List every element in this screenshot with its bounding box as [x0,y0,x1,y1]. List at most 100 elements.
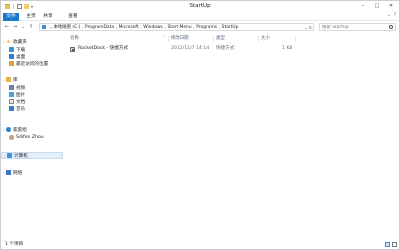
breadcrumb-start-menu[interactable]: Start Menu [167,25,191,30]
search-box[interactable] [319,23,396,31]
shortcut-file-icon [70,46,75,52]
nav-item-label: Sdifen Zhou [16,135,44,140]
file-size: 1 KB [282,46,293,51]
help-icon[interactable]: ? [394,13,396,18]
nav-computer[interactable]: › 计算机 [1,152,63,159]
tab-view[interactable]: 查看 [66,13,80,21]
music-icon [9,106,14,111]
breadcrumb-separator[interactable]: › [193,25,195,30]
large-icons-view-icon[interactable] [392,242,397,247]
libraries-icon [6,77,11,82]
nav-item-label: 文档 [16,99,26,105]
nav-item-label: 库 [13,77,18,83]
column-header-date[interactable]: 修改日期 [171,36,189,42]
breadcrumb-programs[interactable]: Programs [196,25,217,30]
nav-music[interactable]: 音乐 [1,105,63,112]
maximize-button[interactable]: □ [373,2,381,9]
nav-documents[interactable]: 文档 [1,98,63,105]
nav-network[interactable]: › 网络 [1,169,63,176]
breadcrumb-programdata[interactable]: ProgramData [85,25,114,30]
search-input[interactable] [322,24,384,30]
search-icon[interactable] [389,25,393,29]
network-icon [6,170,11,175]
nav-homegroup-user[interactable]: Sdifen Zhou [1,134,63,141]
breadcrumb-local-disk[interactable]: 本地磁盘 (C:) [53,24,80,30]
details-view-icon[interactable] [385,242,390,247]
ribbon-tabs: 文件 主页 共享 查看 ⌄ ? [1,12,399,21]
computer-icon [42,25,46,29]
pictures-icon [9,92,14,97]
nav-favorites[interactable]: ⌄ 收藏夹 [1,38,63,45]
recent-locations-chevron-icon[interactable]: ⌄ [20,24,26,30]
breadcrumb-separator[interactable]: › [116,25,118,30]
explorer-window: ▾ StartUp – □ ✕ 文件 主页 共享 查看 ⌄ ? ← → ⌄ ↑ … [0,0,400,250]
homegroup-icon [6,127,11,132]
minimize-button[interactable]: – [359,2,367,9]
file-date: 2012/11/7 14:14 [171,46,210,51]
up-arrow-icon[interactable]: ↑ [28,24,34,30]
column-header-type[interactable]: 类型 [216,36,225,42]
nav-pictures[interactable]: 图片 [1,91,63,98]
refresh-icon[interactable]: ↻ [309,25,312,30]
column-divider[interactable] [213,36,214,42]
nav-item-label: 网络 [13,170,23,176]
sort-indicator-icon: ^ [162,34,165,38]
nav-item-label: 音乐 [16,106,26,112]
breadcrumb-separator[interactable]: › [140,25,142,30]
address-bar-actions: ⌄ ↻ [304,24,312,30]
tab-file[interactable]: 文件 [3,12,19,21]
file-list: ^ 名称 修改日期 类型 大小 RocketDock - 快捷方式 2012/1… [64,34,399,236]
computer-icon [7,153,12,158]
nav-downloads[interactable]: 下载 [1,46,63,53]
breadcrumb-overflow-separator[interactable]: » [50,25,52,30]
breadcrumb-windows[interactable]: Windows [143,25,163,30]
navigation-pane: ⌄ 收藏夹 下载 桌面 最近访问的位置 ⌄ 库 视频 图片 文档 音乐 ⌄ 家庭… [1,34,64,236]
column-divider[interactable] [295,36,296,42]
expand-ribbon-chevron-icon[interactable]: ⌄ [387,13,391,18]
tab-share[interactable]: 共享 [41,13,55,21]
nav-item-label: 下载 [16,47,26,53]
file-name: RocketDock - 快捷方式 [78,46,128,51]
column-divider[interactable] [258,36,259,42]
file-row[interactable]: RocketDock - 快捷方式 2012/11/7 14:14 快捷方式 1… [64,45,314,53]
videos-icon [9,85,14,90]
collapse-chevron-icon[interactable]: ⌄ [2,40,6,44]
column-header-name[interactable]: 名称 [70,36,79,42]
status-bar: 1 个项目 [1,240,399,249]
downloads-icon [9,47,14,52]
nav-item-label: 视频 [16,85,26,91]
address-bar[interactable]: » 本地磁盘 (C:) › ProgramData › Microsoft › … [39,23,314,31]
nav-recent-places[interactable]: 最近访问的位置 [1,60,63,67]
nav-videos[interactable]: 视频 [1,84,63,91]
view-switcher [385,242,397,247]
nav-item-label: 收藏夹 [13,39,27,45]
breadcrumb-startup[interactable]: StartUp [222,25,239,30]
nav-desktop[interactable]: 桌面 [1,53,63,60]
breadcrumb-separator[interactable]: › [82,25,84,30]
column-divider[interactable] [168,36,169,42]
nav-item-label: 最近访问的位置 [16,61,49,67]
desktop-icon [9,54,14,59]
column-header-size[interactable]: 大小 [261,36,270,42]
breadcrumb-separator[interactable]: › [219,25,221,30]
nav-item-label: 家庭组 [13,127,27,133]
documents-icon [9,99,14,104]
window-controls: – □ ✕ [359,2,395,9]
breadcrumb-separator[interactable]: › [164,25,166,30]
nav-libraries[interactable]: ⌄ 库 [1,76,63,83]
window-title: StartUp [189,3,211,9]
favorites-star-icon [6,39,11,44]
forward-arrow-icon[interactable]: → [12,24,18,30]
recent-places-icon [9,61,14,66]
address-dropdown-chevron-icon[interactable]: ⌄ [304,25,307,30]
nav-item-label: 计算机 [14,153,28,159]
nav-item-label: 图片 [16,92,26,98]
close-button[interactable]: ✕ [387,2,395,9]
nav-homegroup[interactable]: ⌄ 家庭组 [1,126,63,133]
tab-home[interactable]: 主页 [24,13,38,21]
back-arrow-icon[interactable]: ← [4,24,10,30]
breadcrumb-microsoft[interactable]: Microsoft [119,25,139,30]
user-icon [9,135,14,140]
item-count: 1 个项目 [5,242,24,247]
nav-item-label: 桌面 [16,54,26,60]
